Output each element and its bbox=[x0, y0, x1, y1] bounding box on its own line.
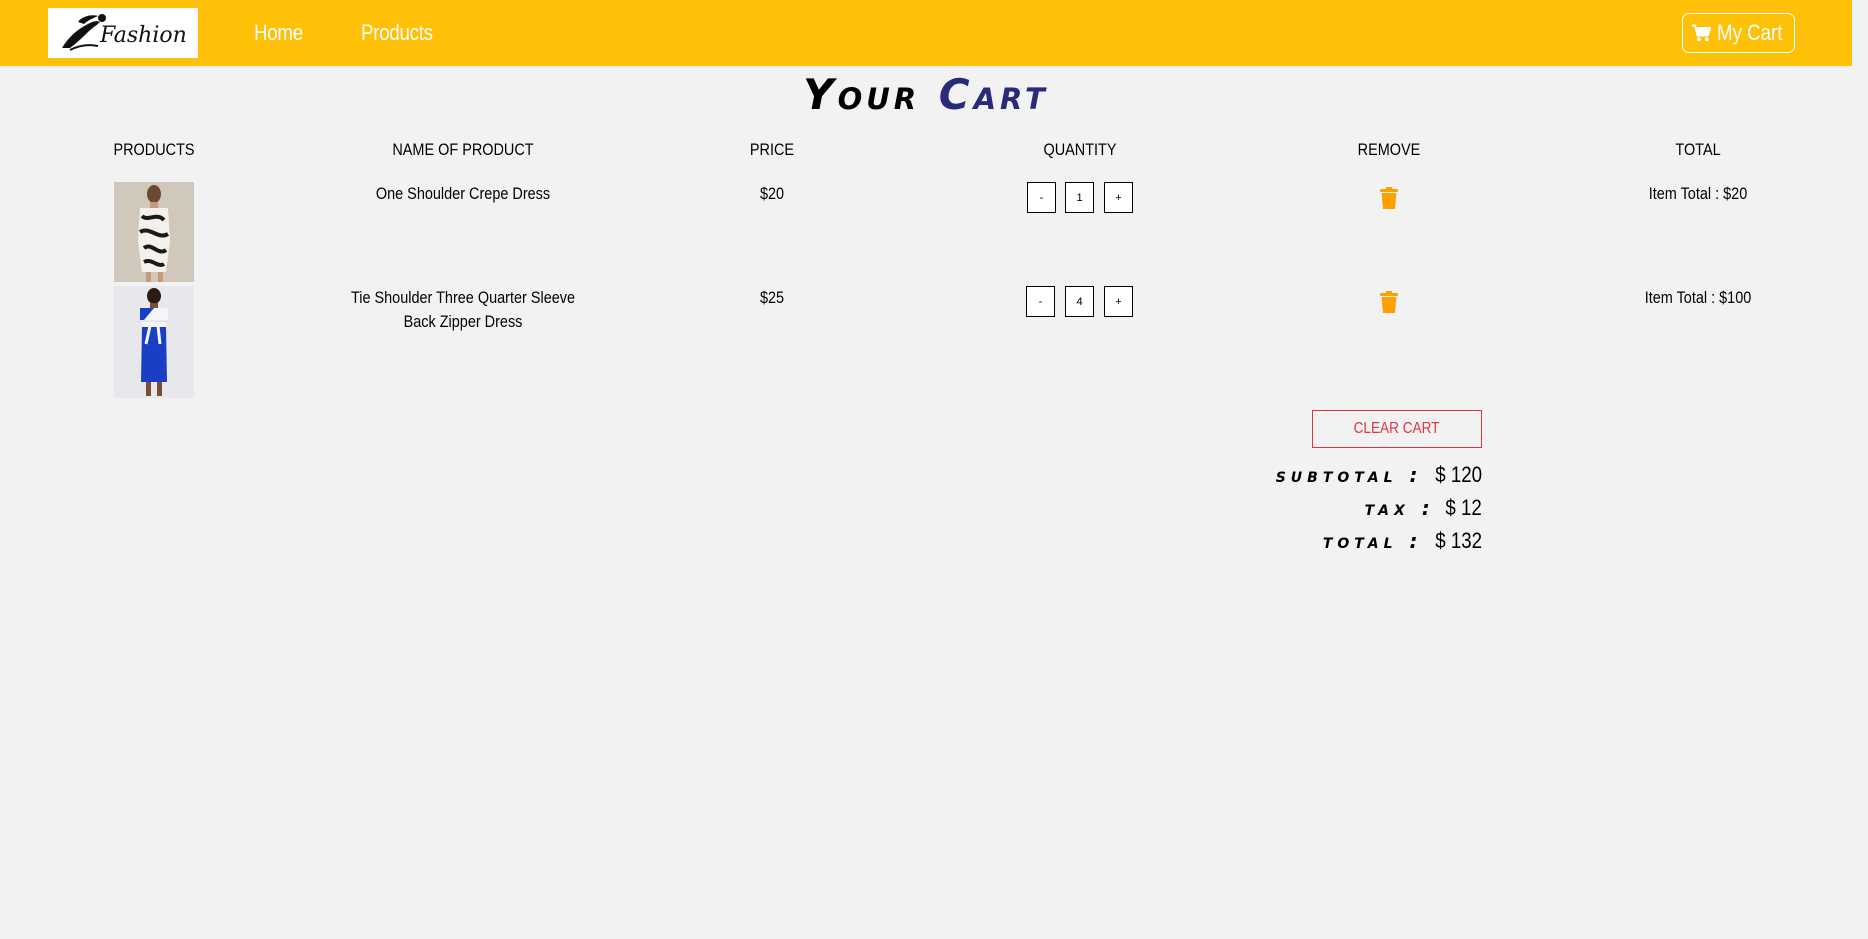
my-cart-button[interactable]: My Cart bbox=[1682, 13, 1795, 53]
quantity-increment-button[interactable]: + bbox=[1104, 286, 1133, 317]
product-name: One Shoulder Crepe Dress bbox=[375, 184, 551, 203]
cart-icon bbox=[1691, 24, 1711, 42]
column-header-remove: REMOVE bbox=[1357, 140, 1421, 159]
product-image-zipper-dress[interactable] bbox=[114, 286, 194, 398]
product-name: Tie Shoulder Three Quarter Sleeve Back Z… bbox=[350, 288, 576, 331]
product-price: $25 bbox=[759, 288, 785, 307]
item-total: Item Total : $100 bbox=[1644, 288, 1752, 307]
quantity-increment-button[interactable]: + bbox=[1104, 182, 1133, 213]
page-title-word-2: Cart bbox=[938, 70, 1049, 119]
brand-logo[interactable]: Fashion bbox=[48, 8, 198, 58]
product-image-crepe-dress[interactable] bbox=[114, 182, 194, 282]
quantity-value[interactable]: 4 bbox=[1065, 286, 1094, 317]
total-label: total : bbox=[1322, 529, 1423, 553]
total-line: total : $ 132 bbox=[1323, 528, 1482, 554]
page-title-word-1: Your bbox=[803, 70, 921, 119]
clear-cart-button[interactable]: CLEAR CART bbox=[1312, 410, 1482, 448]
tax-label: tax : bbox=[1364, 496, 1435, 520]
tax-line: tax : $ 12 bbox=[1365, 495, 1482, 521]
my-cart-label: My Cart bbox=[1717, 20, 1783, 45]
page-title: Your Cart bbox=[0, 70, 1852, 119]
logo-icon: Fashion bbox=[62, 14, 187, 51]
column-header-price: PRICE bbox=[749, 140, 795, 159]
column-header-products: PRODUCTS bbox=[113, 140, 195, 159]
nav-home-link[interactable]: Home bbox=[254, 20, 303, 46]
quantity-value[interactable]: 1 bbox=[1065, 182, 1094, 213]
total-value: $ 132 bbox=[1435, 528, 1482, 553]
column-header-name: NAME OF PRODUCT bbox=[392, 140, 534, 159]
tax-value: $ 12 bbox=[1445, 495, 1482, 520]
svg-text:Fashion: Fashion bbox=[99, 23, 187, 48]
subtotal-line: subtotal : $ 120 bbox=[1276, 462, 1482, 488]
subtotal-label: subtotal : bbox=[1275, 463, 1423, 487]
subtotal-value: $ 120 bbox=[1435, 462, 1482, 487]
navbar: Fashion Home Products My Cart bbox=[0, 0, 1852, 66]
trash-icon[interactable] bbox=[1380, 187, 1398, 209]
trash-icon[interactable] bbox=[1380, 291, 1398, 313]
column-header-total: TOTAL bbox=[1675, 140, 1721, 159]
quantity-decrement-button[interactable]: - bbox=[1026, 286, 1055, 317]
quantity-decrement-button[interactable]: - bbox=[1027, 182, 1056, 213]
column-header-quantity: QUANTITY bbox=[1043, 140, 1117, 159]
product-price: $20 bbox=[759, 184, 785, 203]
clear-cart-label: CLEAR CART bbox=[1354, 420, 1440, 437]
nav-products-link[interactable]: Products bbox=[361, 20, 433, 46]
item-total: Item Total : $20 bbox=[1648, 184, 1748, 203]
